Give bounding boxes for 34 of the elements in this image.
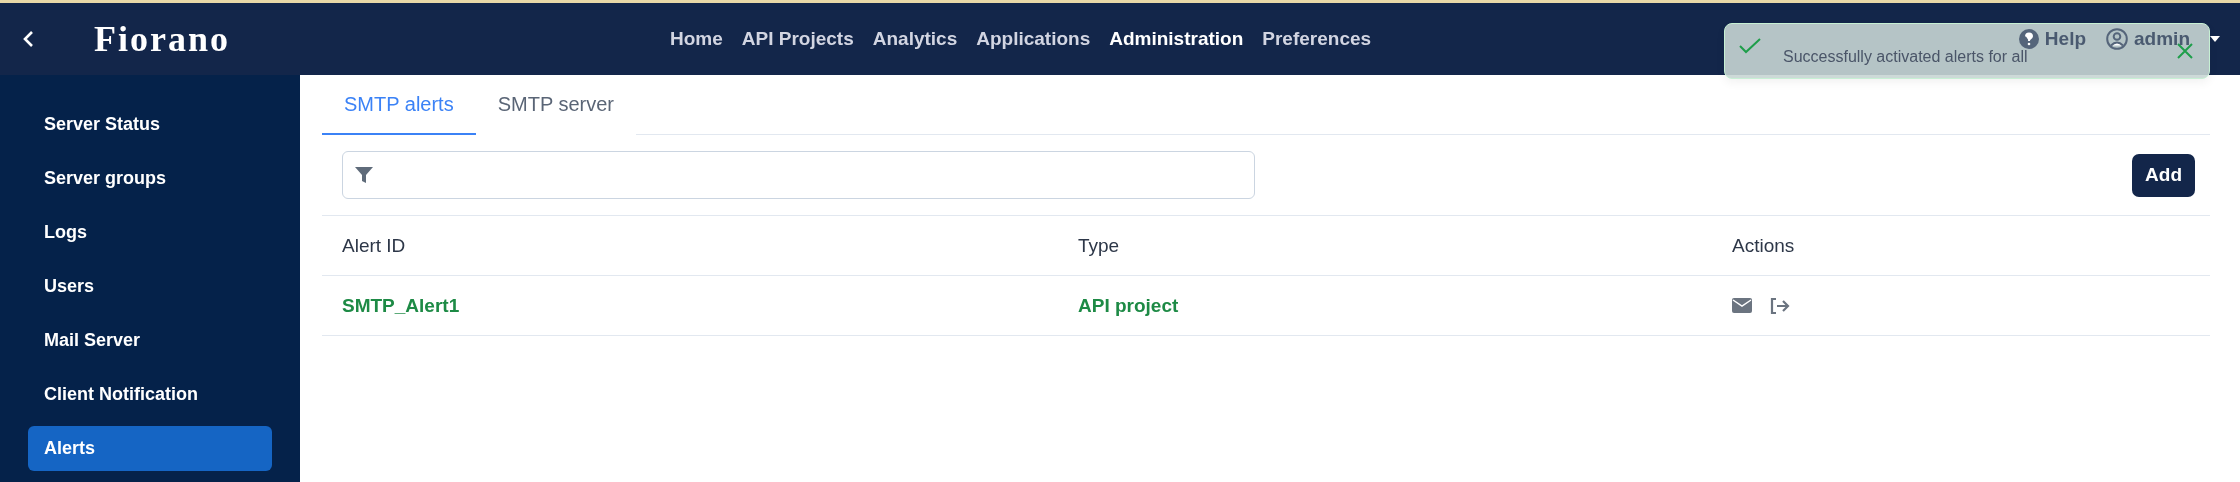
nav-link[interactable]: Preferences [1262,28,1372,50]
tab[interactable]: SMTP alerts [322,75,476,135]
user-menu[interactable]: admin [2134,28,2190,50]
close-icon[interactable] [2177,43,2193,59]
help-link[interactable]: Help [2044,28,2087,50]
caret-icon[interactable] [2210,36,2220,42]
back-icon[interactable] [22,30,34,48]
logo: Fiorano [94,18,230,60]
nav-link[interactable]: Administration [1109,28,1244,50]
user-icon [2106,28,2129,50]
column-header: Actions [1732,234,1795,257]
mail-icon[interactable] [1732,298,1752,313]
sidebar-item[interactable]: Server groups [28,156,272,201]
add-button[interactable]: Add [2132,153,2195,197]
tab[interactable]: SMTP server [475,75,636,135]
sidebar-item[interactable]: Mail Server [28,318,272,363]
column-header: Type [1078,234,1121,257]
table-cell-text: SMTP_Alert1 [342,294,461,317]
check-icon [1739,38,1761,54]
filter-icon [355,166,373,184]
nav-link[interactable]: API Projects [741,28,854,50]
sidebar-item[interactable]: Users [28,264,272,309]
table-cell-text: API project [1078,294,1180,317]
column-header: Alert ID [342,234,407,257]
nav-link[interactable]: Analytics [872,28,958,50]
nav-link[interactable]: Applications [976,28,1091,50]
sidebar-item[interactable]: Server Status [28,102,272,147]
sidebar-item[interactable]: Alerts [28,426,272,471]
toast-message: Successfully activated alerts for all [1783,48,2029,66]
filter-field[interactable] [342,151,1255,199]
sign-out-icon[interactable] [1770,297,1790,314]
nav-link[interactable]: Home [670,28,723,50]
sidebar-item[interactable]: Client Notification [28,372,272,417]
sidebar-item[interactable]: Logs [28,210,272,255]
